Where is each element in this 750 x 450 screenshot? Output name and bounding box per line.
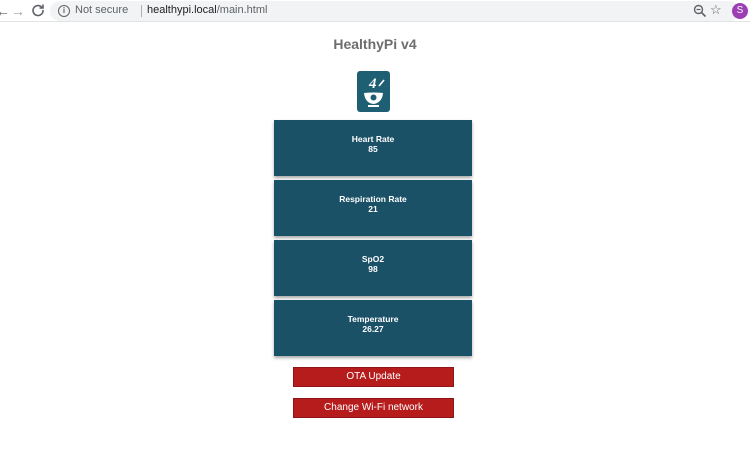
url-host: healthypi.local xyxy=(147,4,217,16)
healthypi-logo: 4 xyxy=(357,71,390,112)
card-value: 98 xyxy=(368,264,378,274)
page-title: HealthyPi v4 xyxy=(333,36,417,52)
spo2-card: SpO2 98 xyxy=(274,240,472,296)
temperature-card: Temperature 26.27 xyxy=(274,300,472,356)
security-status-text: Not secure xyxy=(75,4,129,16)
browser-toolbar: ← → i Not secure healthypi.local/main.ht… xyxy=(0,0,750,22)
card-label: Heart Rate xyxy=(351,134,395,144)
forward-arrow-icon[interactable]: → xyxy=(10,3,26,19)
change-wifi-button[interactable]: Change Wi-Fi network xyxy=(293,398,454,418)
card-label: Temperature xyxy=(347,314,399,324)
zoom-icon[interactable] xyxy=(693,4,707,18)
bookmark-star-icon[interactable]: ☆ xyxy=(710,3,722,17)
card-value: 26.27 xyxy=(362,324,384,334)
url-path: /main.html xyxy=(216,4,268,16)
card-label: Respiration Rate xyxy=(339,194,407,204)
card-label: SpO2 xyxy=(361,254,385,264)
url-text[interactable]: healthypi.local/main.html xyxy=(147,4,267,16)
svg-text:4: 4 xyxy=(368,76,377,92)
address-bar[interactable]: i Not secure healthypi.local/main.html ☆ xyxy=(50,1,740,21)
heart-rate-card: Heart Rate 85 xyxy=(274,120,472,176)
info-icon[interactable]: i xyxy=(58,5,70,17)
ota-update-button[interactable]: OTA Update xyxy=(293,367,454,387)
profile-avatar[interactable]: S xyxy=(732,3,748,19)
card-value: 21 xyxy=(368,204,378,214)
respiration-rate-card: Respiration Rate 21 xyxy=(274,180,472,236)
url-separator xyxy=(141,5,142,17)
card-value: 85 xyxy=(368,144,378,154)
reload-icon[interactable] xyxy=(30,3,46,19)
